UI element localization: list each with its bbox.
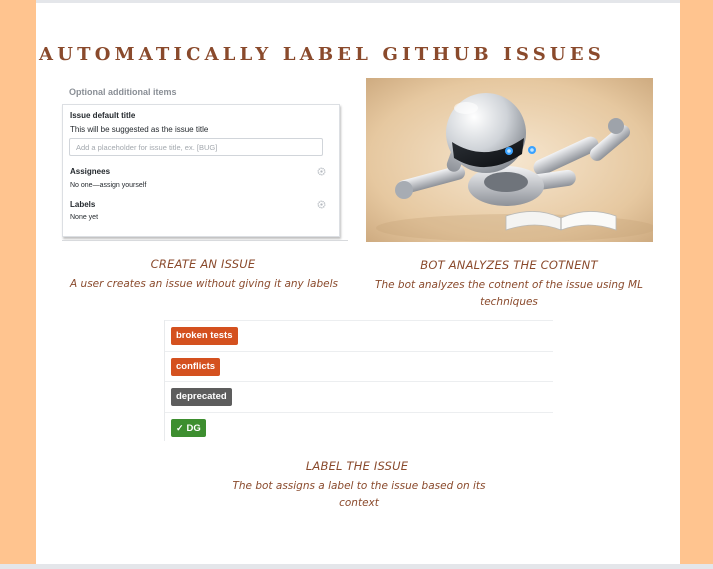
page-title: AUTOMATICALLY LABEL GITHUB ISSUES xyxy=(39,44,605,66)
label-badge[interactable]: conflicts xyxy=(171,358,221,376)
divider xyxy=(62,240,348,241)
labels-label: Labels xyxy=(70,200,96,209)
step-create-issue-title: CREATE AN ISSUE xyxy=(150,257,256,271)
issue-default-title-hint: This will be suggested as the issue titl… xyxy=(70,125,209,134)
label-row: deprecated xyxy=(165,381,553,411)
step-create-issue-description: A user creates an issue without giving i… xyxy=(70,278,338,290)
robot-reading-book-illustration xyxy=(366,78,653,242)
gear-icon[interactable] xyxy=(317,200,326,209)
issue-form-screenshot: Optional additional items Issue default … xyxy=(62,82,350,242)
label-row: conflicts xyxy=(165,351,553,381)
right-accent-stripe xyxy=(680,0,713,564)
step-label-title: LABEL THE ISSUE xyxy=(305,459,409,473)
label-badge-text: DG xyxy=(186,423,201,434)
assignees-value: No one—assign yourself xyxy=(70,182,147,189)
gear-icon[interactable] xyxy=(317,167,326,176)
label-row: ✓ DG xyxy=(165,412,553,442)
issue-labels-list: broken tests conflicts deprecated ✓ DG xyxy=(164,320,553,441)
check-icon: ✓ xyxy=(176,423,184,433)
issue-form-panel: Issue default title This will be suggest… xyxy=(62,104,340,237)
issue-default-title-label: Issue default title xyxy=(70,111,136,120)
assignees-label: Assignees xyxy=(70,167,111,176)
label-badge[interactable]: ✓ DG xyxy=(171,419,206,437)
step-analyze-title: BOT ANALYZES THE COTNENT xyxy=(420,258,598,272)
step-label-description: The bot assigns a label to the issue bas… xyxy=(232,480,486,509)
left-accent-stripe xyxy=(0,0,36,564)
issue-title-placeholder-input[interactable] xyxy=(69,138,323,156)
label-row: broken tests xyxy=(165,320,553,350)
label-badge[interactable]: deprecated xyxy=(171,388,232,406)
step-analyze-description: The bot analyzes the cotnent of the issu… xyxy=(375,279,643,308)
optional-items-header: Optional additional items xyxy=(69,87,177,97)
label-badge[interactable]: broken tests xyxy=(171,327,238,345)
labels-value: None yet xyxy=(70,214,99,221)
